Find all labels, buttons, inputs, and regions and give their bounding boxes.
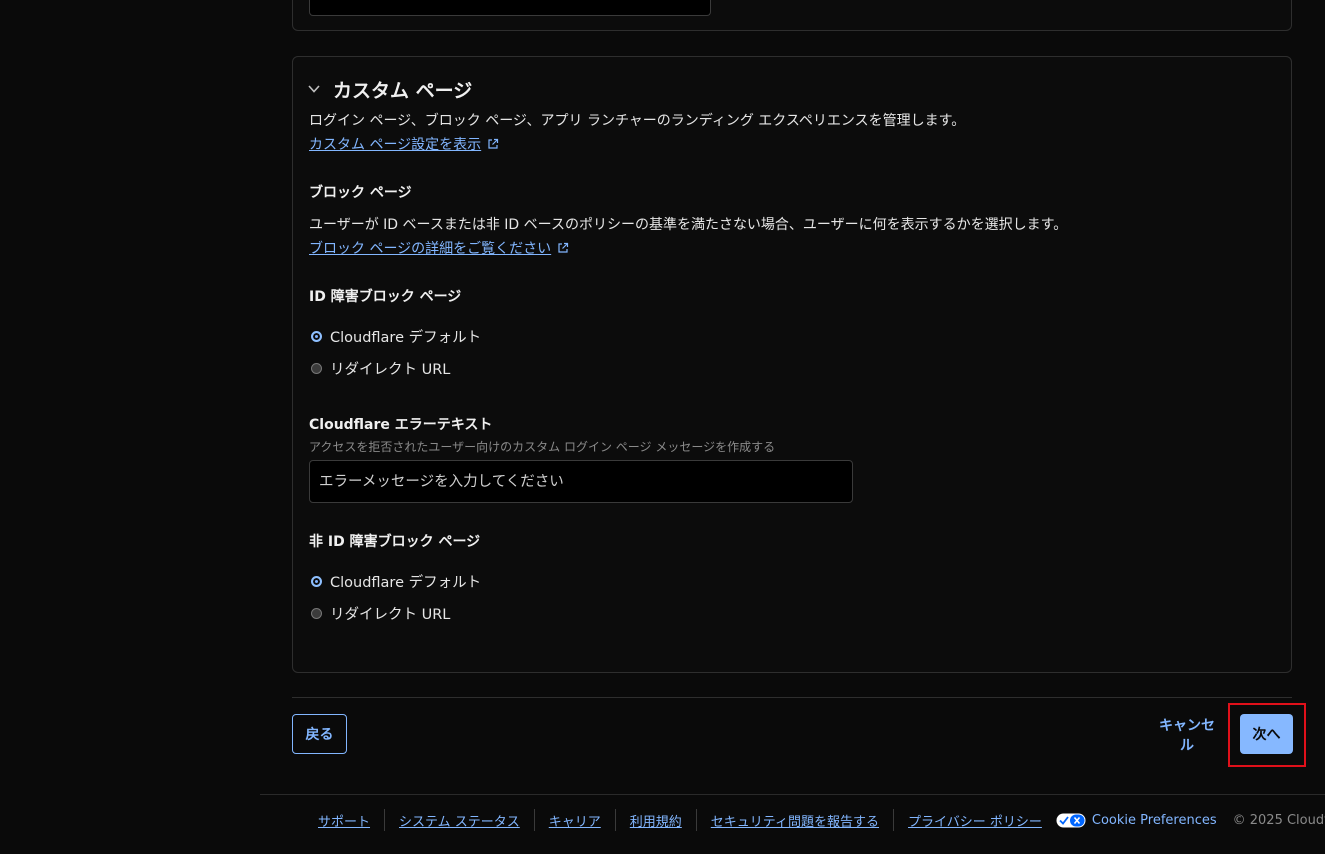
radio-unselected[interactable] [311,363,322,374]
footer-separator [695,809,697,831]
external-link-icon [488,138,499,149]
custom-pages-settings-link[interactable]: カスタム ページ設定を表示 [309,134,499,154]
footer-separator [893,809,895,831]
block-page-heading: ブロック ページ [309,185,412,201]
identity-block-heading: ID 障害ブロック ページ [309,289,462,305]
radio-selected[interactable] [311,576,322,587]
footer-link-status[interactable]: システム ステータス [399,811,520,830]
radio-unselected[interactable] [311,608,322,619]
error-text-label: Cloudflare エラーテキスト [309,417,493,433]
previous-section-input[interactable] [309,0,711,16]
footer-separator [533,809,535,831]
custom-pages-card: カスタム ページ ログイン ページ、ブロック ページ、アプリ ランチャーのランデ… [292,56,1292,673]
non-identity-radio-redirect[interactable]: リダイレクト URL [311,603,450,624]
identity-radio-redirect[interactable]: リダイレクト URL [311,358,450,379]
cookie-preferences-label: Cookie Preferences [1091,812,1217,828]
custom-pages-settings-link-label: カスタム ページ設定を表示 [309,137,482,153]
footer-link-privacy[interactable]: プライバシー ポリシー [908,811,1042,830]
previous-section-card [292,0,1292,31]
actions-divider [292,697,1292,698]
external-link-icon [558,242,569,253]
block-page-details-link[interactable]: ブロック ページの詳細をご覧ください [309,238,569,258]
footer-separator [614,809,616,831]
identity-radio-default[interactable]: Cloudflare デフォルト [311,326,481,347]
back-button[interactable]: 戻る [292,714,347,754]
radio-label: リダイレクト URL [330,607,451,623]
error-text-help: アクセスを拒否されたユーザー向けのカスタム ログイン ページ メッセージを作成す… [309,440,776,454]
footer-link-terms[interactable]: 利用規約 [630,811,682,830]
cookie-preferences[interactable]: Cookie Preferences [1056,813,1217,828]
footer-divider [260,794,1325,795]
error-message-input[interactable] [309,460,853,503]
copyright: © 2025 Cloudflare, Inc. [1232,812,1325,828]
footer-link-support[interactable]: サポート [318,811,370,830]
footer: サポート システム ステータス キャリア 利用規約 セキュリティ問題を報告する … [318,809,1325,831]
footer-separator [384,809,386,831]
next-button[interactable]: 次へ [1240,714,1293,754]
radio-label: リダイレクト URL [330,362,451,378]
block-page-description: ユーザーが ID ベースまたは非 ID ベースのポリシーの基準を満たさない場合、… [309,217,1068,233]
non-identity-block-heading: 非 ID 障害ブロック ページ [309,534,481,550]
radio-selected[interactable] [311,331,322,342]
section-title: カスタム ページ [333,80,473,102]
radio-label: Cloudflare デフォルト [330,575,482,591]
custom-pages-description: ログイン ページ、ブロック ページ、アプリ ランチャーのランディング エクスペリ… [309,113,966,129]
non-identity-radio-default[interactable]: Cloudflare デフォルト [311,571,481,592]
chevron-down-icon[interactable] [307,82,321,96]
radio-label: Cloudflare デフォルト [330,330,482,346]
footer-link-security[interactable]: セキュリティ問題を報告する [711,811,879,830]
cancel-button[interactable]: キャンセル [1150,714,1224,754]
block-page-details-link-label: ブロック ページの詳細をご覧ください [309,241,552,257]
privacy-toggle-icon [1056,813,1086,827]
footer-link-careers[interactable]: キャリア [549,811,601,830]
